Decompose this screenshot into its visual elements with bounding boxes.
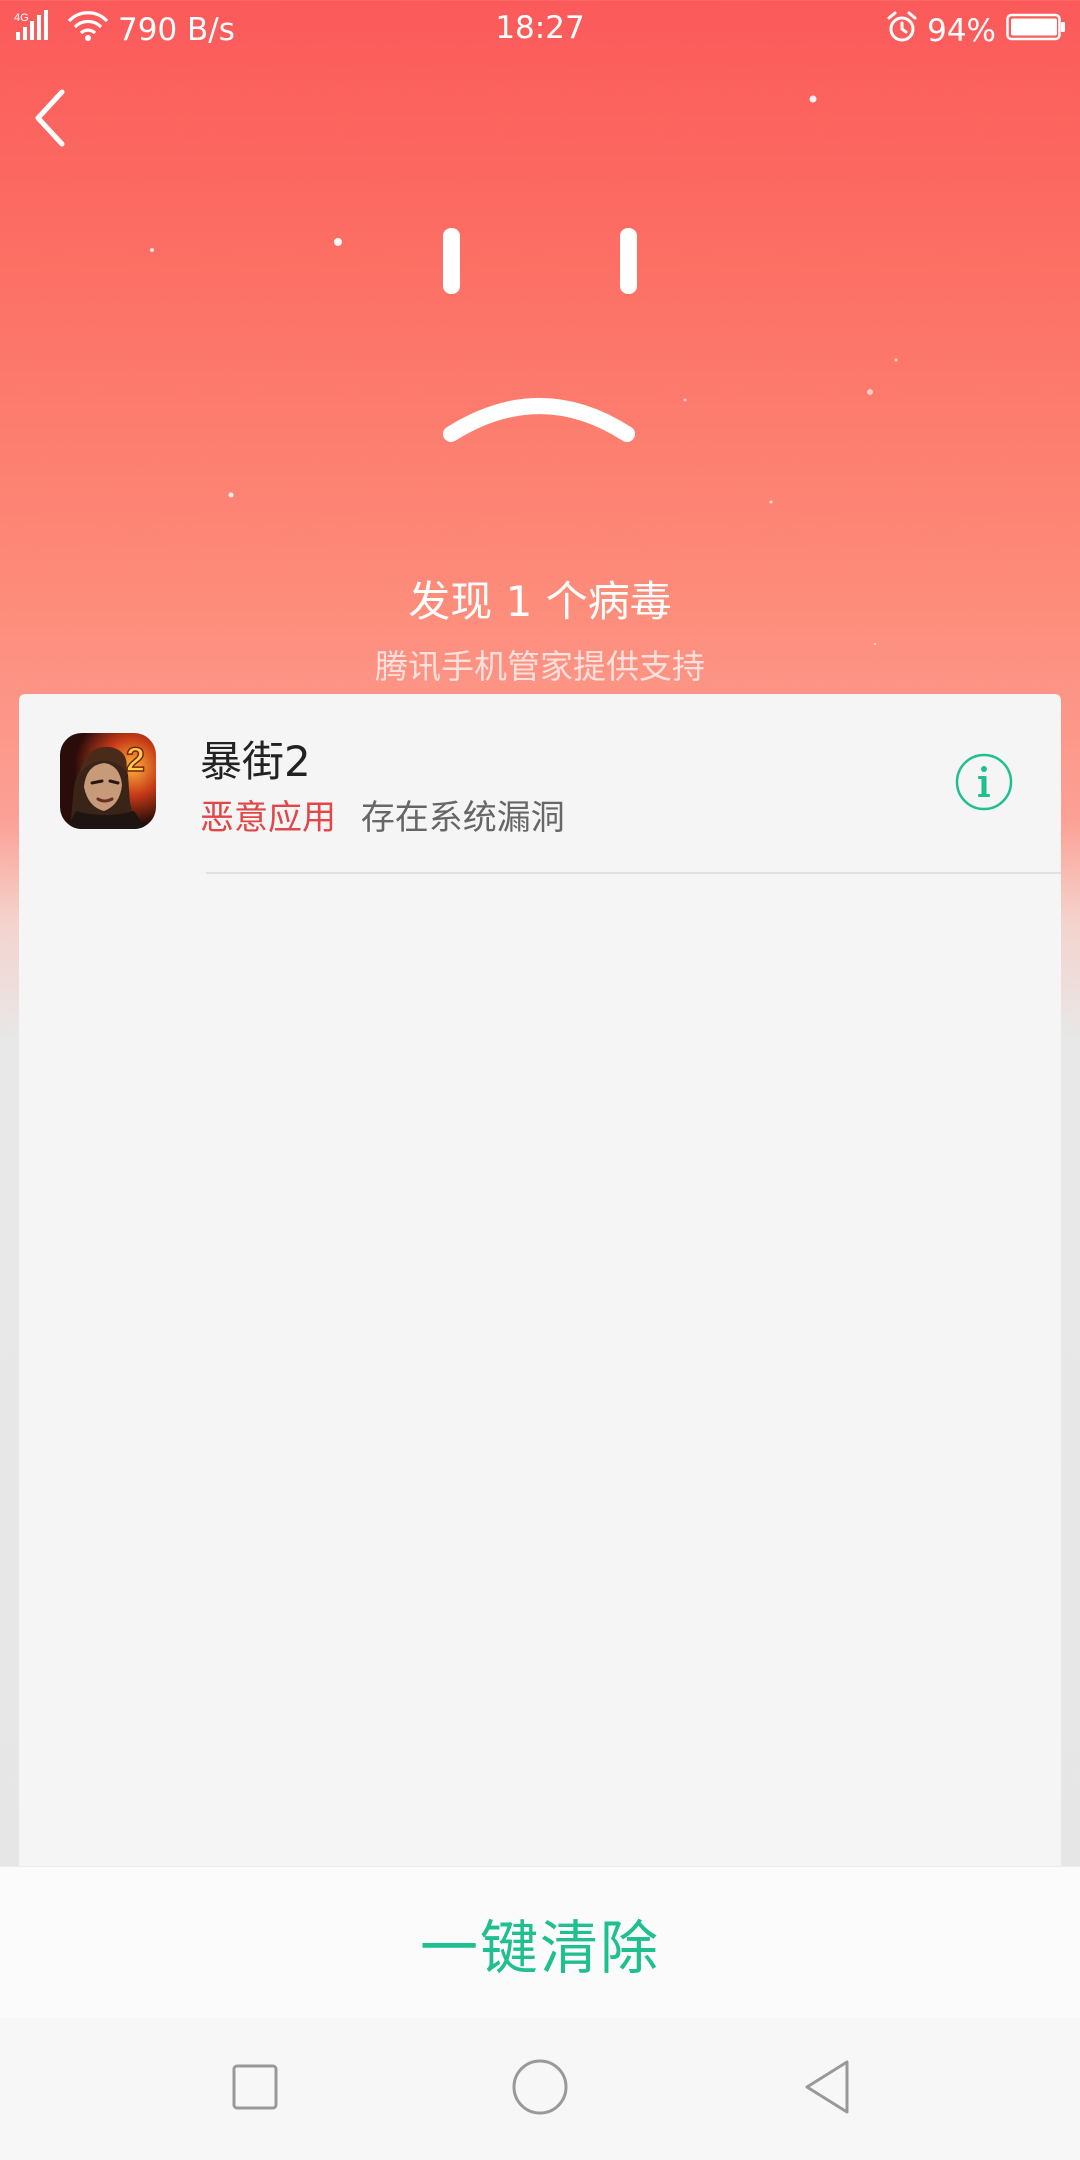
status-right: 94%: [885, 10, 1066, 52]
home-icon: [512, 2059, 568, 2115]
battery-icon: [1006, 12, 1066, 50]
app-icon: 2: [60, 733, 156, 829]
malicious-tag: 恶意应用: [200, 798, 336, 838]
scan-provider-subtitle: 腾讯手机管家提供支持: [375, 647, 705, 686]
recents-icon: [232, 2064, 278, 2110]
status-bar: 4G 790 B/s 18:27 94%: [0, 0, 1080, 56]
signal-icon: 4G: [14, 10, 58, 50]
threat-list-item[interactable]: 2 暴街2 恶意应用 存在系统漏洞: [19, 694, 1061, 874]
wifi-icon: [66, 10, 110, 50]
sad-face-icon: [443, 228, 637, 442]
network-label: 4G: [14, 12, 29, 24]
one-tap-clean-button[interactable]: 一键清除: [420, 1901, 660, 1985]
battery-percent: 94%: [927, 13, 996, 49]
clean-action-bar: 一键清除: [0, 1866, 1080, 2019]
back-button[interactable]: [28, 82, 80, 154]
row-divider: [206, 872, 1061, 874]
alarm-icon: [885, 10, 919, 52]
home-button[interactable]: [505, 2052, 575, 2122]
back-icon: [805, 2060, 849, 2114]
network-speed: 790 B/s: [118, 12, 235, 48]
back-arrow-icon: [35, 89, 65, 147]
svg-text:2: 2: [126, 741, 145, 779]
app-threat-tags: 恶意应用 存在系统漏洞: [200, 790, 565, 839]
nav-back-button[interactable]: [793, 2052, 863, 2122]
info-icon: [955, 753, 1013, 811]
scan-result-title: 发现 1 个病毒: [408, 577, 672, 626]
status-left: 4G 790 B/s: [14, 10, 235, 50]
app-name: 暴街2: [200, 737, 311, 786]
app-info-button[interactable]: [954, 752, 1014, 812]
vulnerability-description: 存在系统漏洞: [360, 798, 565, 838]
recents-button[interactable]: [220, 2052, 290, 2122]
system-nav-bar: [0, 2018, 1080, 2160]
